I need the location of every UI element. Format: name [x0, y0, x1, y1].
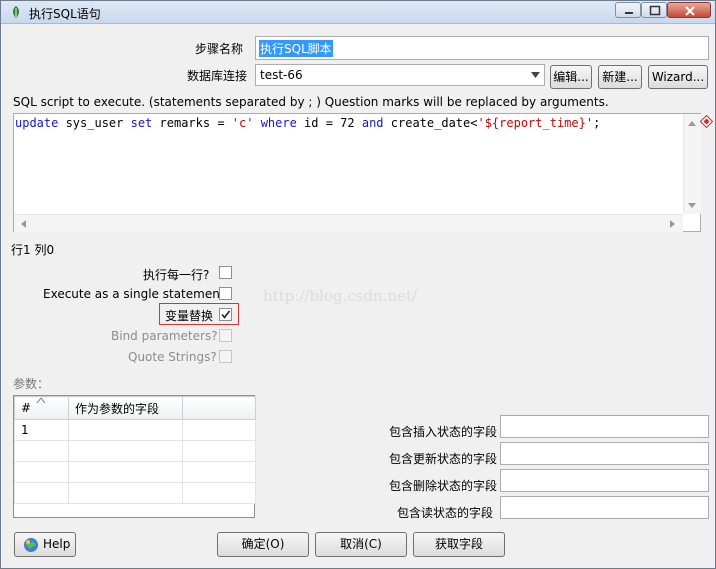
sql-keyword: where [260, 116, 297, 130]
checkmark-icon [221, 310, 231, 319]
table-row [14, 482, 256, 504]
scroll-left-icon[interactable] [20, 220, 26, 228]
ok-button[interactable]: 确定(O) [217, 532, 309, 557]
maximize-button[interactable] [641, 2, 667, 18]
insert-status-input[interactable] [500, 415, 709, 438]
read-status-input[interactable] [500, 496, 709, 519]
table-cell-empty [182, 419, 256, 441]
parameters-label: 参数： [13, 377, 50, 391]
column-header-blank [182, 396, 256, 420]
delete-status-label: 包含删除状态的字段 [389, 479, 498, 493]
single-statement-checkbox[interactable] [219, 287, 232, 300]
table-row [14, 440, 256, 462]
kettle-app-icon [13, 6, 19, 18]
table-row[interactable]: 1 [14, 419, 256, 441]
variable-substitution-checkbox[interactable] [219, 308, 232, 321]
wizard-button[interactable]: Wizard... [648, 65, 708, 89]
window-title: 执行SQL语句 [29, 7, 101, 21]
sql-dialog-window: 执行SQL语句 步骤名称 执行SQL脚本 数据库连接 test-66 编辑...… [0, 0, 716, 569]
scroll-up-icon[interactable] [688, 120, 696, 126]
minimize-button[interactable] [615, 2, 641, 18]
cursor-position-text: 行1 列0 [11, 243, 55, 257]
column-header-label: 作为参数的字段 [75, 401, 160, 416]
execute-each-row-checkbox[interactable] [219, 266, 232, 279]
maximize-icon [649, 5, 661, 16]
quote-strings-checkbox[interactable] [219, 350, 232, 363]
execute-each-row-label: 执行每一行? [143, 268, 210, 282]
chevron-down-icon [531, 72, 540, 78]
sql-code-line: update sys_user set remarks = 'c' where … [15, 116, 600, 130]
update-status-input[interactable] [500, 442, 709, 465]
quote-strings-label: Quote Strings? [128, 350, 217, 364]
sql-text: id = 72 [296, 116, 362, 130]
step-name-label: 步骤名称 [195, 42, 244, 56]
sql-string: 'c' [231, 116, 254, 130]
column-header-field[interactable]: 作为参数的字段 [68, 396, 183, 420]
minimize-icon [625, 12, 633, 14]
bind-parameters-checkbox[interactable] [219, 329, 232, 342]
get-fields-button[interactable]: 获取字段 [413, 532, 505, 557]
sort-up-icon [37, 398, 45, 403]
sql-vertical-scrollbar[interactable] [683, 114, 701, 214]
help-button[interactable]: Help [14, 532, 76, 557]
close-icon [685, 6, 695, 16]
sql-horizontal-scrollbar[interactable] [14, 214, 683, 232]
close-button[interactable] [667, 2, 711, 18]
table-header-row: # 作为参数的字段 [14, 396, 256, 420]
sql-string: '${report_time}' [477, 116, 594, 130]
variable-substitution-label: 变量替换 [165, 309, 214, 323]
read-status-label: 包含读状态的字段 [397, 506, 494, 520]
watermark-text: http://blog.csdn.net/ [263, 287, 418, 305]
title-bar[interactable]: 执行SQL语句 [1, 1, 715, 24]
sql-hint-text: SQL script to execute. (statements separ… [13, 95, 609, 109]
connection-label: 数据库连接 [187, 69, 248, 83]
connection-select[interactable]: test-66 [255, 64, 545, 86]
table-cell-number: 1 [14, 419, 69, 441]
sql-keyword: and [361, 116, 384, 130]
single-statement-label: Execute as a single statement [43, 287, 225, 301]
column-header-label: # [21, 401, 32, 415]
cancel-button[interactable]: 取消(C) [315, 532, 407, 557]
sql-text: sys_user [58, 116, 131, 130]
column-header-number[interactable]: # [14, 396, 69, 420]
sql-keyword: set [130, 116, 153, 130]
new-connection-button[interactable]: 新建... [598, 65, 642, 89]
parameters-table: # 作为参数的字段 1 [14, 396, 256, 504]
step-name-value: 执行SQL脚本 [259, 40, 333, 57]
table-row [14, 461, 256, 483]
delete-status-input[interactable] [500, 469, 709, 492]
connection-value: test-66 [260, 68, 303, 82]
edit-connection-button[interactable]: 编辑... [550, 65, 592, 89]
sql-text: ; [593, 116, 601, 130]
scroll-right-icon[interactable] [670, 220, 676, 228]
help-globe-icon [24, 538, 38, 552]
table-cell-field[interactable] [68, 419, 183, 441]
step-name-input[interactable]: 执行SQL脚本 [255, 36, 709, 60]
scroll-down-icon[interactable] [688, 203, 696, 209]
help-label: Help [43, 537, 71, 551]
update-status-label: 包含更新状态的字段 [389, 452, 498, 466]
insert-status-label: 包含插入状态的字段 [389, 425, 498, 439]
bind-parameters-label: Bind parameters? [111, 329, 218, 343]
sql-text: remarks = [152, 116, 232, 130]
sql-keyword: update [15, 116, 59, 130]
variable-help-icon[interactable] [700, 115, 713, 128]
sql-text: create_date< [383, 116, 478, 130]
